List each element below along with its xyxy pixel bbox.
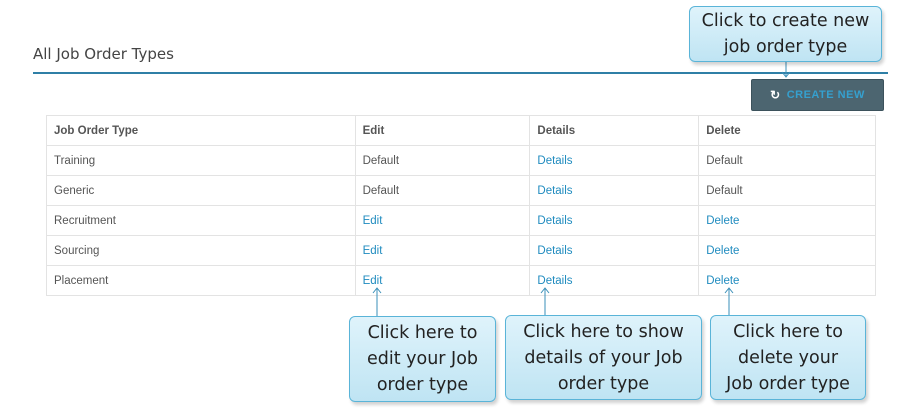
job-type-cell: Sourcing <box>46 235 356 266</box>
header-delete: Delete <box>698 115 876 146</box>
callout-line: Click to create new <box>701 11 870 31</box>
delete-link[interactable]: Delete <box>706 215 739 227</box>
title-divider <box>33 72 888 74</box>
details-link[interactable]: Details <box>537 185 572 197</box>
edit-cell: Default <box>354 175 531 206</box>
header-details: Details <box>529 115 700 146</box>
table-header-row: Job Order Type Edit Details Delete <box>46 115 876 146</box>
delete-link[interactable]: Delete <box>706 275 739 287</box>
delete-link[interactable]: Delete <box>706 245 739 257</box>
create-new-button[interactable]: ↻ CREATE NEW <box>751 79 884 111</box>
job-type-cell: Recruitment <box>46 205 356 236</box>
callout-line: Click here to show <box>523 321 684 342</box>
callout-line: order type <box>557 373 650 394</box>
create-new-label: CREATE NEW <box>786 89 865 101</box>
details-link[interactable]: Details <box>537 245 572 257</box>
details-link[interactable]: Details <box>537 275 572 287</box>
job-type-cell: Generic <box>46 175 356 206</box>
details-link[interactable]: Details <box>537 215 572 227</box>
edit-link[interactable]: Edit <box>363 215 383 227</box>
table-row: Placement Edit Details Delete <box>46 265 876 296</box>
refresh-icon: ↻ <box>770 88 781 102</box>
edit-link[interactable]: Edit <box>363 275 383 287</box>
create-callout: Click to create new job order type <box>689 6 882 62</box>
callout-line: Click here to <box>367 323 478 343</box>
job-type-cell: Training <box>46 145 356 176</box>
header-edit: Edit <box>354 115 531 146</box>
callout-line: delete your <box>737 347 839 368</box>
header-job-order-type: Job Order Type <box>46 115 356 146</box>
callout-line: details of your Job <box>524 347 683 368</box>
table-row: Generic Default Details Default <box>46 175 876 206</box>
edit-link[interactable]: Edit <box>363 245 383 257</box>
job-order-types-table: Job Order Type Edit Details Delete Train… <box>46 115 876 296</box>
details-callout: Click here to show details of your Job o… <box>505 315 702 400</box>
delete-callout-arrow <box>724 287 734 318</box>
create-callout-arrow <box>781 62 791 78</box>
edit-callout-arrow <box>372 287 382 318</box>
table-row: Training Default Details Default <box>46 145 876 176</box>
edit-cell: Default <box>354 145 531 176</box>
callout-line: edit your Job <box>366 349 479 369</box>
delete-cell: Default <box>698 175 876 206</box>
callout-line: job order type <box>723 37 848 57</box>
callout-line: order type <box>376 375 469 395</box>
page-title: All Job Order Types <box>33 45 174 63</box>
callout-line: Job order type <box>726 373 850 394</box>
callout-line: Click here to <box>733 321 843 342</box>
table-row: Recruitment Edit Details Delete <box>46 205 876 236</box>
details-link[interactable]: Details <box>537 155 572 167</box>
edit-callout: Click here to edit your Job order type <box>349 316 496 402</box>
delete-cell: Default <box>698 145 876 176</box>
table-row: Sourcing Edit Details Delete <box>46 235 876 266</box>
job-type-cell: Placement <box>46 265 356 296</box>
details-callout-arrow <box>540 287 550 318</box>
delete-callout: Click here to delete your Job order type <box>710 315 866 400</box>
